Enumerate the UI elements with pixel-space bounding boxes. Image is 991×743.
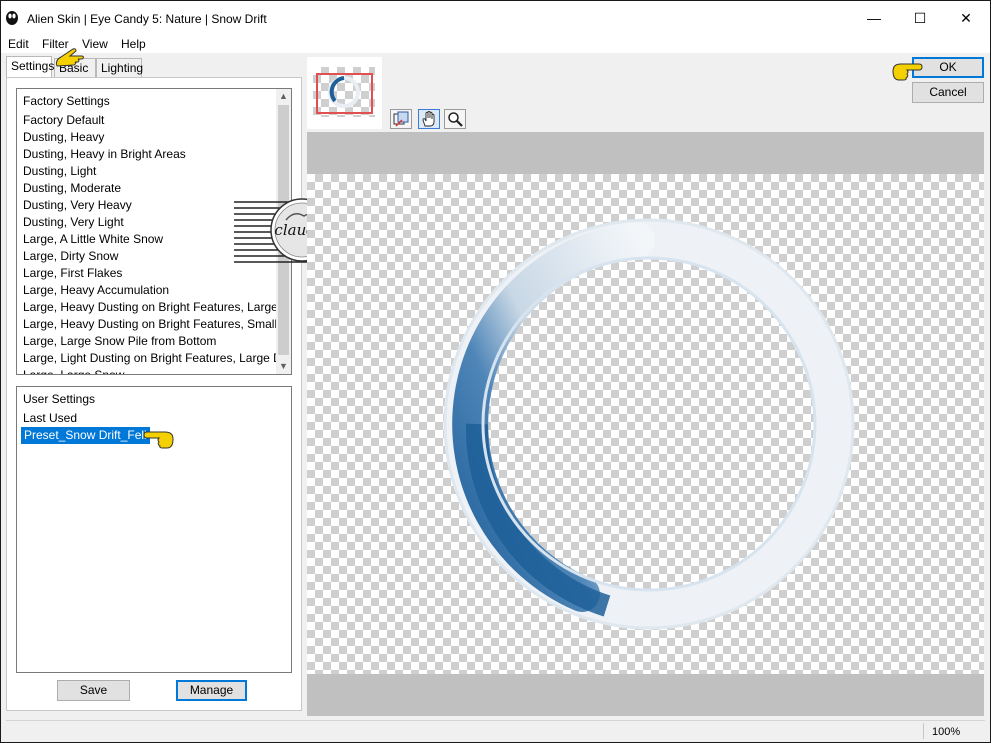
- list-item[interactable]: Dusting, Very Heavy: [23, 197, 132, 214]
- pointer-hand-icon: [143, 431, 174, 449]
- menu-bar: Edit Filter View Help: [1, 35, 990, 53]
- snow-drift-ring-preview: [443, 218, 855, 630]
- list-item-last-used[interactable]: Last Used: [23, 410, 77, 427]
- preview-canvas[interactable]: [307, 174, 984, 674]
- magnifier-icon: [448, 112, 463, 127]
- menu-help[interactable]: Help: [121, 37, 146, 51]
- status-bar: 100%: [6, 720, 985, 740]
- list-item[interactable]: Large, First Flakes: [23, 265, 122, 282]
- tab-settings-label: Settings: [11, 59, 55, 73]
- scroll-down-icon[interactable]: ▼: [276, 359, 291, 374]
- list-item[interactable]: Large, Heavy Dusting on Bright Features,…: [23, 316, 291, 333]
- list-item[interactable]: Factory Default: [23, 112, 104, 129]
- tab-settings[interactable]: Settings: [6, 56, 55, 78]
- list-item[interactable]: Dusting, Very Light: [23, 214, 124, 231]
- settings-panel: Factory Settings Factory Default Dusting…: [6, 77, 302, 711]
- zoom-level: 100%: [932, 726, 961, 738]
- close-icon: ✕: [960, 9, 972, 26]
- hand-tool-button[interactable]: [418, 109, 440, 129]
- list-item[interactable]: Large, Heavy Dusting on Bright Features,…: [23, 299, 291, 316]
- hand-icon: [422, 111, 435, 127]
- compare-icon: [393, 111, 409, 127]
- navigator-thumbnail[interactable]: [307, 57, 382, 129]
- minimize-icon: —: [867, 10, 881, 26]
- user-settings-header: User Settings: [23, 392, 96, 406]
- zoom-tool-button[interactable]: [444, 109, 466, 129]
- list-item[interactable]: Dusting, Heavy: [23, 129, 104, 146]
- list-item[interactable]: Large, Large Snow Pile from Bottom: [23, 333, 216, 350]
- cancel-button[interactable]: Cancel: [912, 82, 984, 103]
- list-item[interactable]: Large, Light Dusting on Bright Features,…: [23, 350, 291, 367]
- list-item[interactable]: Dusting, Heavy in Bright Areas: [23, 146, 186, 163]
- tab-lighting-label: Lighting: [101, 61, 144, 75]
- alien-skin-icon: [6, 11, 18, 25]
- list-item[interactable]: Large, Heavy Accumulation: [23, 282, 169, 299]
- save-button[interactable]: Save: [57, 680, 130, 701]
- preview-area[interactable]: [307, 132, 984, 716]
- list-item-preset-selected[interactable]: Preset_Snow Drift_Feli: [21, 427, 150, 444]
- list-item[interactable]: Dusting, Moderate: [23, 180, 121, 197]
- compare-tool-button[interactable]: [390, 109, 412, 129]
- close-button[interactable]: ✕: [943, 1, 989, 35]
- eye-candy-window: Alien Skin | Eye Candy 5: Nature | Snow …: [0, 0, 991, 743]
- list-item[interactable]: Large, A Little White Snow: [23, 231, 163, 248]
- tab-lighting[interactable]: Lighting: [96, 58, 144, 78]
- minimize-button[interactable]: —: [851, 1, 897, 35]
- pointer-hand-icon: [892, 63, 923, 81]
- scroll-up-icon[interactable]: ▲: [276, 89, 291, 104]
- manage-button[interactable]: Manage: [176, 680, 247, 701]
- menu-edit[interactable]: Edit: [8, 37, 29, 51]
- list-item[interactable]: Large, Large Snow...: [23, 367, 134, 374]
- list-item[interactable]: Large, Dirty Snow: [23, 248, 118, 265]
- pointer-hand-icon: [56, 48, 84, 67]
- list-item[interactable]: Dusting, Light: [23, 163, 96, 180]
- maximize-button[interactable]: ☐: [897, 1, 943, 35]
- status-divider: [923, 723, 924, 739]
- navigator-viewport-frame[interactable]: [316, 73, 373, 114]
- factory-settings-header: Factory Settings: [23, 94, 110, 108]
- maximize-icon: ☐: [913, 9, 927, 26]
- window-title: Alien Skin | Eye Candy 5: Nature | Snow …: [27, 12, 267, 26]
- title-bar[interactable]: Alien Skin | Eye Candy 5: Nature | Snow …: [1, 1, 990, 35]
